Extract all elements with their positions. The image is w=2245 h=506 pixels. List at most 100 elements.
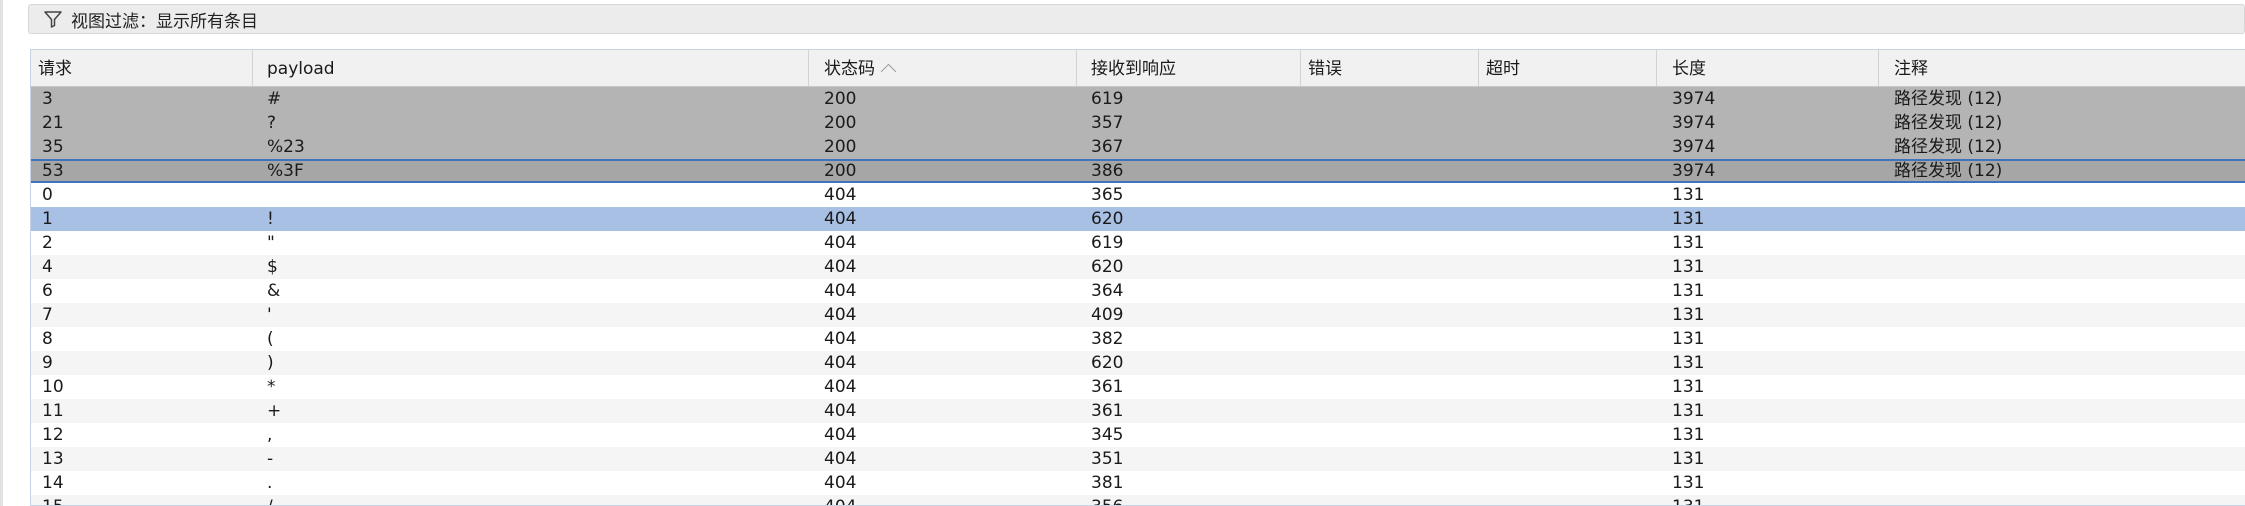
column-header-status[interactable]: 状态码: [809, 50, 1077, 86]
table-row[interactable]: 7 ' 404 409 131: [31, 303, 2245, 327]
request-cell: 12: [42, 425, 64, 445]
response-cell: 345: [1091, 425, 1124, 445]
payload-cell: ": [267, 233, 275, 253]
table-row[interactable]: 3 #200 619 3974 路径发现 (12): [31, 87, 2245, 111]
table-row[interactable]: 1! 404 620 131: [31, 207, 2245, 231]
view-filter-bar[interactable]: 视图过滤：显示所有条目: [28, 4, 2245, 34]
status-cell: 404: [824, 449, 857, 469]
status-cell: 200: [824, 89, 857, 109]
response-cell: 620: [1091, 353, 1124, 373]
status-cell: 404: [824, 377, 857, 397]
comment-cell: [1879, 327, 2245, 351]
error-cell: [1301, 399, 1479, 423]
table-row[interactable]: 10 * 404 361 131: [31, 375, 2245, 399]
comment-cell: [1879, 255, 2245, 279]
request-cell: 8: [42, 329, 53, 349]
payload-cell: ': [267, 305, 272, 325]
length-cell: 131: [1672, 281, 1705, 301]
column-header-response-received[interactable]: 接收到响应: [1077, 50, 1301, 86]
table-row[interactable]: 53 %3F 200 386 3974 路径发现 (12): [31, 159, 2245, 183]
request-cell: 6: [42, 281, 53, 301]
response-cell: 409: [1091, 305, 1124, 325]
payload-cell: /: [253, 495, 809, 505]
status-cell: 404: [824, 329, 857, 349]
table-row[interactable]: 13 - 404 351 131: [31, 447, 2245, 471]
comment-cell: [1879, 495, 2245, 505]
response-cell: 620: [1091, 209, 1124, 229]
error-cell: [1301, 231, 1479, 255]
table-row[interactable]: 4 $404 620 131: [31, 255, 2245, 279]
error-cell: [1301, 87, 1479, 111]
column-header-length[interactable]: 长度: [1657, 50, 1879, 86]
table-row[interactable]: 8 (404 382 131: [31, 327, 2245, 351]
comment-cell: 路径发现 (12): [1894, 89, 2003, 109]
comment-cell: [1879, 375, 2245, 399]
error-cell: [1301, 207, 1479, 231]
timeout-cell: [1479, 87, 1657, 111]
request-cell: 1: [42, 209, 53, 229]
timeout-cell: [1479, 351, 1657, 375]
response-cell: 351: [1091, 449, 1124, 469]
length-cell: 131: [1672, 209, 1705, 229]
table-row[interactable]: 6 & 404 364 131: [31, 279, 2245, 303]
length-cell: 131: [1672, 473, 1705, 493]
error-cell: [1301, 135, 1479, 159]
table-row[interactable]: 15/404356 131: [31, 495, 2245, 505]
response-cell: 381: [1091, 473, 1124, 493]
timeout-cell: [1479, 303, 1657, 327]
funnel-icon: [43, 9, 63, 29]
length-cell: 131: [1672, 329, 1705, 349]
status-cell: 404: [809, 495, 1077, 505]
comment-cell: 路径发现 (12): [1894, 113, 2003, 133]
request-cell: 15: [31, 495, 253, 505]
comment-cell: [1879, 399, 2245, 423]
length-cell: 3974: [1672, 113, 1716, 133]
table-row[interactable]: 35 %23 200 367 3974 路径发现 (12): [31, 135, 2245, 159]
request-cell: 13: [42, 449, 64, 469]
payload-cell: %3F: [267, 161, 304, 181]
response-cell: 619: [1091, 233, 1124, 253]
status-cell: 200: [824, 137, 857, 157]
length-cell: 131: [1672, 377, 1705, 397]
table-row[interactable]: 21? 200 357 3974 路径发现 (12): [31, 111, 2245, 135]
table-row[interactable]: 11 +404 361 131: [31, 399, 2245, 423]
table-row[interactable]: 14. 404 381 131: [31, 471, 2245, 495]
response-cell: 361: [1091, 401, 1124, 421]
request-cell: 14: [42, 473, 64, 493]
view-filter-label: 视图过滤：显示所有条目: [71, 11, 258, 32]
column-header-request[interactable]: 请求: [31, 50, 253, 86]
table-row[interactable]: 12, 404 345 131: [31, 423, 2245, 447]
payload-cell: !: [267, 209, 274, 229]
timeout-cell: [1479, 255, 1657, 279]
column-header-payload[interactable]: payload: [253, 50, 809, 86]
comment-cell: [1879, 447, 2245, 471]
column-header-comment[interactable]: 注释: [1879, 50, 2245, 86]
timeout-cell: [1479, 471, 1657, 495]
error-cell: [1301, 471, 1479, 495]
length-cell: 131: [1672, 233, 1705, 253]
payload-cell: $: [267, 257, 278, 277]
table-body: 3 #200 619 3974 路径发现 (12) 21? 200 357 3974 路径发现 (…: [31, 87, 2245, 505]
column-header-error[interactable]: 错误: [1301, 50, 1479, 86]
error-cell: [1301, 327, 1479, 351]
request-cell: 7: [42, 305, 53, 325]
request-cell: 2: [42, 233, 53, 253]
timeout-cell: [1479, 447, 1657, 471]
error-cell: [1301, 375, 1479, 399]
length-cell: 131: [1672, 401, 1705, 421]
column-header-timeout[interactable]: 超时: [1479, 50, 1657, 86]
table-row[interactable]: 0 404 365 131: [31, 183, 2245, 207]
payload-cell: +: [267, 401, 282, 421]
status-cell: 404: [824, 401, 857, 421]
results-table[interactable]: 请求 payload 状态码 接收到响应 错误 超时 长度 注释 3 #200 61…: [30, 49, 2245, 506]
timeout-cell: [1479, 135, 1657, 159]
payload-cell: ?: [267, 113, 277, 133]
payload-cell: (: [267, 329, 274, 349]
status-cell: 404: [824, 353, 857, 373]
request-cell: 35: [42, 137, 64, 157]
left-panel-edge: [0, 0, 3, 506]
timeout-cell: [1479, 279, 1657, 303]
table-row[interactable]: 9) 404 620 131: [31, 351, 2245, 375]
table-row[interactable]: 2 " 404 619 131: [31, 231, 2245, 255]
response-cell: 619: [1091, 89, 1124, 109]
